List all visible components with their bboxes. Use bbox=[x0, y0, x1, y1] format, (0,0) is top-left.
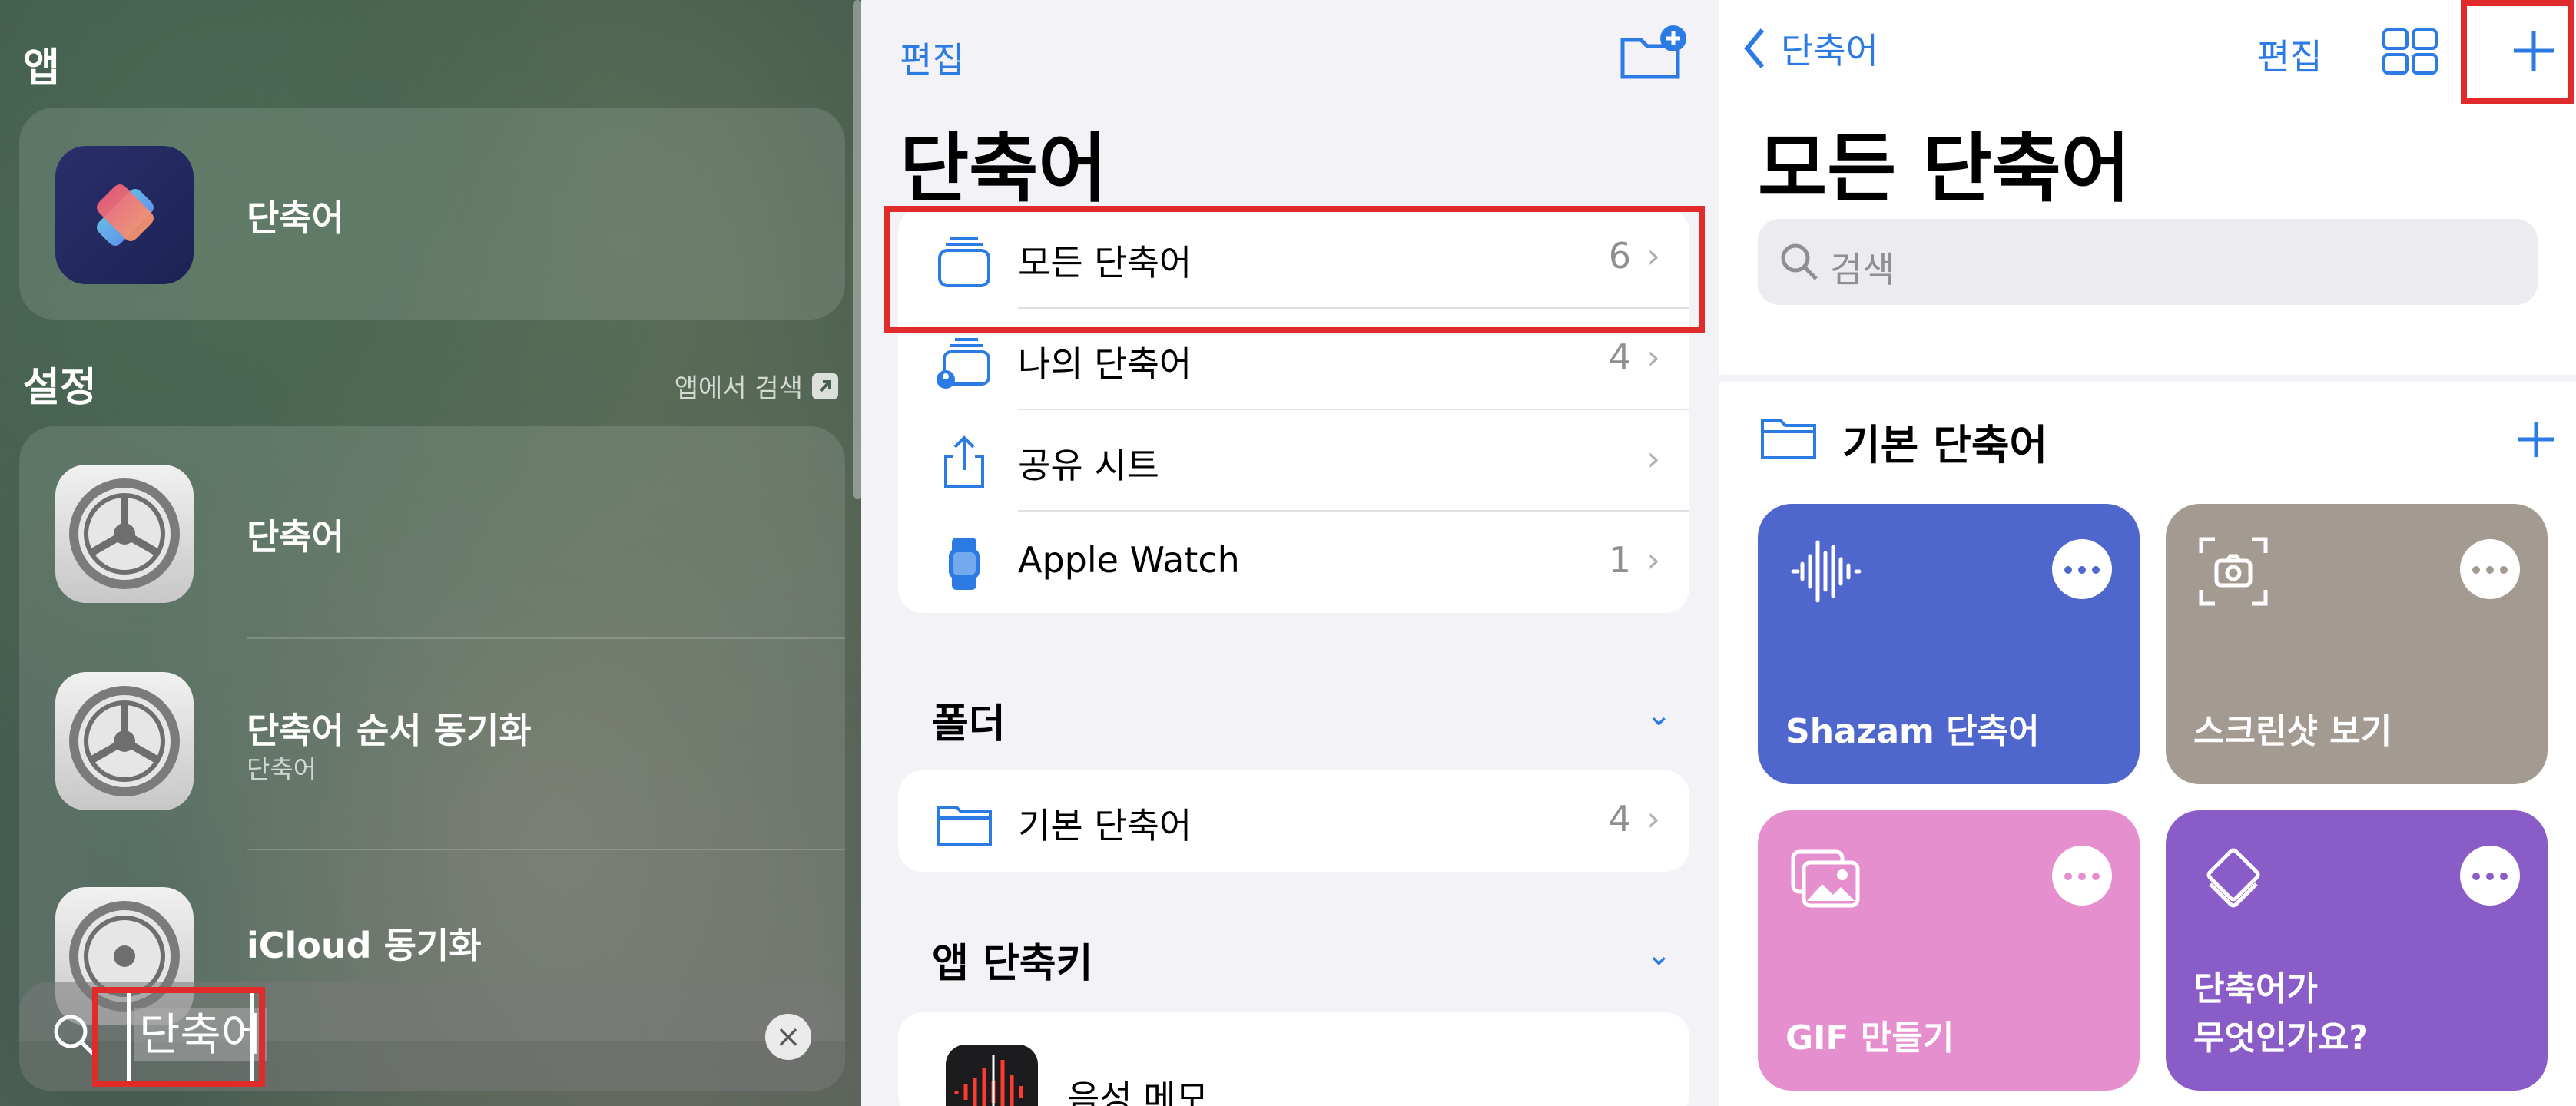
waveform-icon bbox=[1791, 540, 1862, 603]
row-divider bbox=[247, 637, 845, 639]
person-stack-icon bbox=[937, 338, 990, 389]
search-icon bbox=[1781, 243, 1818, 280]
shortcut-tile-name: 단축어가 무엇인가요? bbox=[2193, 969, 2369, 1058]
shortcuts-sidebar-panel: 편집 단축어 모든 단축어 6 › 나의 단축어 4 › 공유 시트 › App… bbox=[861, 0, 1719, 1106]
clear-search-button[interactable]: × bbox=[765, 1014, 811, 1060]
sidebar-item-voice-memos[interactable]: 음성 메모 bbox=[898, 1012, 1689, 1106]
app-result-card[interactable]: 단축어 bbox=[19, 108, 845, 320]
more-options-button[interactable] bbox=[2052, 846, 2112, 906]
new-folder-icon[interactable] bbox=[1618, 23, 1689, 86]
plus-icon bbox=[2518, 422, 2554, 457]
chevron-right-icon: › bbox=[1646, 439, 1660, 478]
shortcut-tile-name: Shazam 단축어 bbox=[1785, 712, 2040, 751]
highlight-box bbox=[884, 206, 1705, 333]
shortcuts-app-icon[interactable] bbox=[55, 146, 194, 284]
add-to-folder-button[interactable] bbox=[2515, 419, 2557, 463]
settings-gear-icon[interactable] bbox=[55, 672, 194, 810]
sidebar-item-label: 음성 메모 bbox=[1067, 1078, 1208, 1106]
more-options-button[interactable] bbox=[2460, 846, 2520, 906]
sidebar-item-label: 공유 시트 bbox=[1018, 445, 1159, 486]
photos-icon bbox=[1791, 849, 1860, 908]
sidebar-item-label: Apple Watch bbox=[1018, 539, 1240, 581]
chevron-right-icon: › bbox=[1646, 338, 1660, 377]
share-icon bbox=[944, 435, 984, 488]
scroll-indicator bbox=[853, 0, 861, 499]
folder-icon bbox=[1761, 419, 1816, 459]
folder-icon bbox=[937, 806, 992, 846]
more-options-button[interactable] bbox=[2460, 539, 2520, 599]
sidebar-item-count: 1 bbox=[1608, 539, 1631, 581]
chevron-right-icon: › bbox=[1646, 541, 1660, 580]
settings-result-name: 단축어 순서 동기화 bbox=[247, 710, 532, 751]
sidebar-item-count: 4 bbox=[1608, 798, 1631, 839]
chevron-right-icon: › bbox=[1646, 800, 1660, 839]
apps-section-header: 앱 bbox=[23, 45, 60, 91]
watch-icon bbox=[949, 538, 980, 590]
library-search-field[interactable]: 검색 bbox=[1758, 219, 2538, 305]
settings-section-header: 설정 bbox=[23, 365, 97, 411]
library-title: 모든 단축어 bbox=[1758, 125, 2130, 213]
sidebar-item-basic-shortcuts-folder[interactable]: 기본 단축어 4 › bbox=[898, 770, 1689, 872]
shortcut-tile-view-screenshot[interactable]: 스크린샷 보기 bbox=[2166, 504, 2548, 784]
more-options-button[interactable] bbox=[2052, 539, 2112, 599]
folders-section-header: 폴더 bbox=[932, 701, 1006, 747]
chevron-down-icon[interactable]: ⌄ bbox=[1646, 697, 1672, 733]
all-shortcuts-panel: 단축어 편집 모든 단축어 검색 기본 단축어 Shazam 단축어 스크린샷 … bbox=[1719, 0, 2576, 1106]
shortcut-tile-shazam[interactable]: Shazam 단축어 bbox=[1758, 504, 2140, 784]
shortcut-tile-name: GIF 만들기 bbox=[1785, 1018, 1954, 1058]
sidebar-item-label: 기본 단축어 bbox=[1018, 805, 1192, 846]
grid-view-icon[interactable] bbox=[2382, 28, 2438, 78]
back-button-label: 단축어 bbox=[1781, 30, 1878, 71]
spotlight-panel: 앱 단축어 설정 앱에서 검색 단축어 단축어 순서 동기화 단축어 iClou… bbox=[0, 0, 861, 1106]
search-in-app-link[interactable]: 앱에서 검색 bbox=[675, 367, 838, 405]
settings-result-name: 단축어 bbox=[247, 516, 344, 558]
settings-gear-icon[interactable] bbox=[55, 465, 194, 603]
sidebar-item-share-sheet[interactable]: 공유 시트 › bbox=[898, 410, 1689, 512]
sidebar-item-count: 4 bbox=[1608, 336, 1631, 378]
app-shortcuts-section-header: 앱 단축키 bbox=[932, 941, 1093, 987]
search-in-app-label: 앱에서 검색 bbox=[674, 373, 803, 404]
shortcut-tile-name: 스크린샷 보기 bbox=[2193, 712, 2392, 751]
highlight-box bbox=[2461, 0, 2574, 104]
app-shortcuts-list: 음성 메모 bbox=[898, 1012, 1689, 1106]
settings-results-card: 단축어 단축어 순서 동기화 단축어 iCloud 동기화 bbox=[19, 426, 845, 1041]
back-button[interactable]: 단축어 bbox=[1741, 23, 1878, 74]
sidebar-item-label: 나의 단축어 bbox=[1018, 343, 1192, 385]
external-arrow-icon bbox=[812, 373, 838, 399]
screenshot-camera-icon bbox=[2199, 537, 2268, 606]
chevron-left-icon bbox=[1744, 28, 1765, 68]
app-result-name: 단축어 bbox=[247, 197, 344, 239]
search-placeholder: 검색 bbox=[1830, 249, 1895, 290]
sidebar-title: 단축어 bbox=[900, 125, 1108, 213]
chevron-down-icon[interactable]: ⌄ bbox=[1646, 937, 1672, 972]
highlight-box bbox=[92, 987, 265, 1087]
settings-result-subtitle: 단축어 bbox=[247, 754, 317, 784]
sidebar-edit-button[interactable]: 편집 bbox=[900, 32, 965, 83]
shortcut-tile-make-gif[interactable]: GIF 만들기 bbox=[1758, 810, 2140, 1091]
folder-title: 기본 단축어 bbox=[1842, 421, 2048, 469]
settings-result-name: iCloud 동기화 bbox=[247, 925, 482, 966]
voice-memos-app-icon bbox=[946, 1045, 1038, 1106]
section-separator bbox=[1719, 375, 2576, 382]
folders-list: 기본 단축어 4 › bbox=[898, 770, 1689, 872]
row-divider bbox=[247, 849, 845, 850]
library-edit-button[interactable]: 편집 bbox=[2257, 29, 2322, 80]
layers-icon bbox=[2206, 848, 2260, 908]
sidebar-item-apple-watch[interactable]: Apple Watch 1 › bbox=[898, 512, 1689, 613]
shortcut-tile-what-are-shortcuts[interactable]: 단축어가 무엇인가요? bbox=[2166, 810, 2548, 1091]
